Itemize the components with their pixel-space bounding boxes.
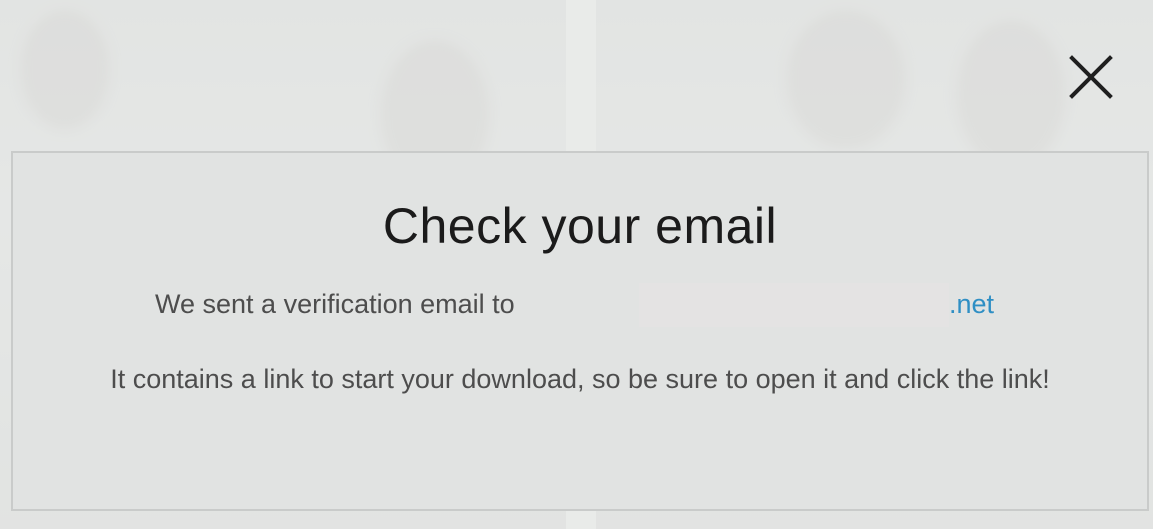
modal-title: Check your email (382, 198, 778, 254)
close-icon (1069, 55, 1113, 99)
close-button[interactable] (1062, 48, 1120, 106)
info-text: It contains a link to start your downloa… (110, 364, 1050, 394)
page: Check your email We sent a verification … (0, 0, 1153, 529)
verification-modal: Check your email We sent a verification … (11, 151, 1149, 511)
email-address-link[interactable]: .net (949, 289, 994, 320)
sent-text: We sent a verification email to (155, 289, 515, 319)
sent-line: We sent a verification email to .net (13, 283, 1147, 329)
email-redacted (639, 283, 949, 327)
